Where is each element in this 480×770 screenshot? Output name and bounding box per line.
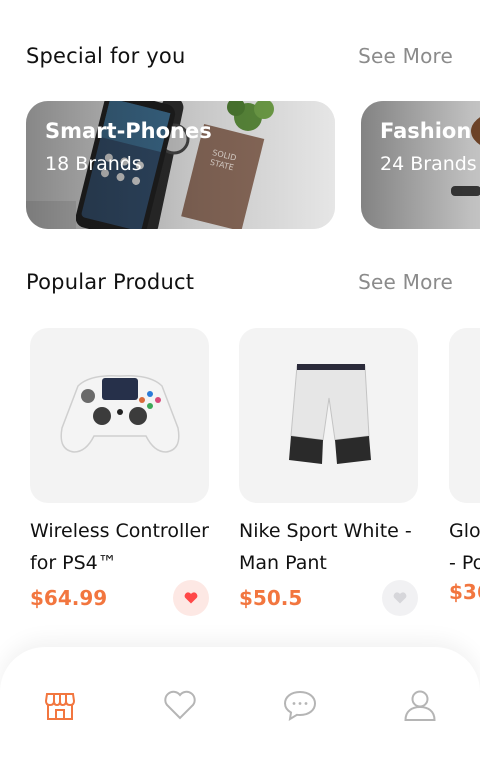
banner-title: Fashion <box>380 119 472 143</box>
heart-icon <box>164 690 196 720</box>
popular-product-carousel[interactable]: Wireless Controller for PS4™ $64.99 Nike… <box>30 328 480 618</box>
product-card[interactable]: Gloves XC Omega - Polygon $36.55 <box>449 328 480 604</box>
popular-section-title: Popular Product <box>26 270 195 294</box>
popular-see-more-link[interactable]: See More <box>358 270 453 294</box>
user-icon <box>404 690 436 721</box>
special-banner-carousel[interactable]: SOLID STATE Smart-Phones 18 Brands Fashi… <box>26 101 480 229</box>
chat-icon <box>283 690 317 721</box>
product-name[interactable]: Gloves XC Omega - Polygon <box>449 515 480 579</box>
popular-section-header: Popular Product See More <box>26 270 453 294</box>
heart-icon <box>393 592 407 604</box>
product-card[interactable]: Wireless Controller for PS4™ $64.99 <box>30 328 209 616</box>
nav-chat[interactable] <box>282 687 318 723</box>
banner-subtitle: 18 Brands <box>45 153 142 175</box>
product-name[interactable]: Wireless Controller for PS4™ <box>30 515 209 579</box>
banner-smart-phones[interactable]: SOLID STATE Smart-Phones 18 Brands <box>26 101 335 229</box>
nav-favorites[interactable] <box>162 687 198 723</box>
favorite-button[interactable] <box>382 580 418 616</box>
banner-subtitle: 24 Brands <box>380 153 477 175</box>
shop-icon <box>44 693 76 720</box>
product-card[interactable]: Nike Sport White - Man Pant $50.5 <box>239 328 418 616</box>
bottom-navigation <box>0 647 480 770</box>
special-section-title: Special for you <box>26 44 186 68</box>
special-section-header: Special for you See More <box>26 44 453 68</box>
sport-shorts-image <box>289 364 371 464</box>
product-thumbnail[interactable] <box>239 328 418 503</box>
product-price: $50.5 <box>239 586 303 610</box>
product-thumbnail[interactable] <box>30 328 209 503</box>
product-price: $36.55 <box>449 580 480 604</box>
nav-profile[interactable] <box>402 687 438 723</box>
banner-fashion[interactable]: Fashion 24 Brands <box>361 101 480 229</box>
heart-filled-icon <box>184 592 198 604</box>
home-screen: Special for you See More Smart-Phones 18… <box>0 0 480 770</box>
game-controller-image <box>60 374 180 453</box>
product-thumbnail[interactable] <box>449 328 480 503</box>
special-see-more-link[interactable]: See More <box>358 44 453 68</box>
product-name[interactable]: Nike Sport White - Man Pant <box>239 515 418 579</box>
favorite-button[interactable] <box>173 580 209 616</box>
banner-title: Smart-Phones <box>45 119 212 143</box>
nav-shop[interactable] <box>42 687 78 723</box>
gloves-image <box>449 328 480 503</box>
product-price: $64.99 <box>30 586 108 610</box>
